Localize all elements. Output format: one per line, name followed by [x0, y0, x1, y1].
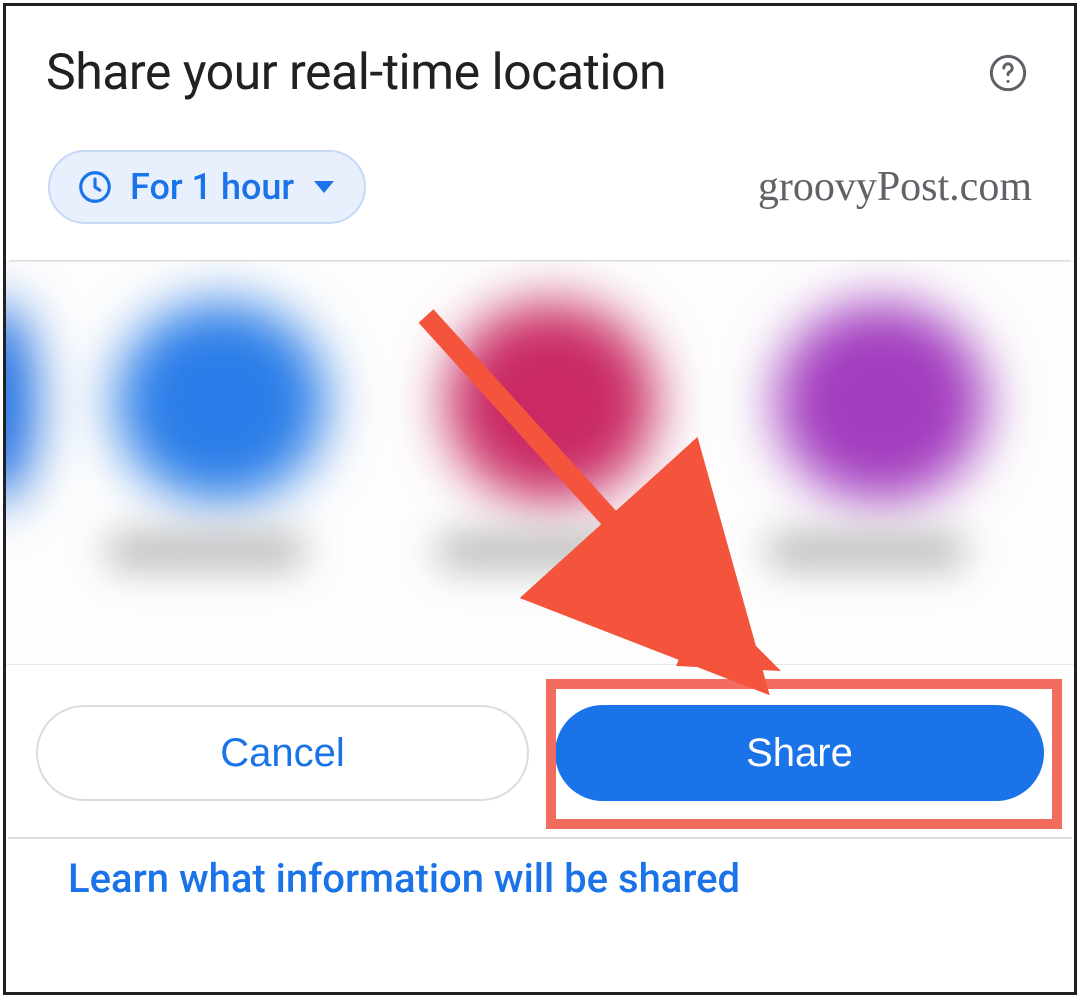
- dialog-container: Share your real-time location For 1 hour…: [3, 3, 1077, 995]
- footer: Learn what information will be shared: [8, 837, 1072, 942]
- duration-label: For 1 hour: [130, 166, 294, 208]
- contacts-carousel[interactable]: [6, 261, 1074, 665]
- contact-avatar: [446, 302, 656, 502]
- contact-name-blur: [106, 532, 306, 570]
- info-link[interactable]: Learn what information will be shared: [68, 855, 740, 902]
- duration-selector[interactable]: For 1 hour: [48, 150, 366, 224]
- share-button[interactable]: Share: [555, 705, 1044, 801]
- contact-avatar: [116, 302, 326, 502]
- contact-avatar: [776, 302, 986, 502]
- button-row: Cancel Share: [6, 665, 1074, 837]
- contact-name-blur: [766, 532, 966, 570]
- contact-name-blur: [436, 532, 636, 570]
- duration-row: For 1 hour groovyPost.com: [6, 130, 1074, 254]
- cancel-button[interactable]: Cancel: [36, 705, 529, 801]
- dialog-title: Share your real-time location: [46, 44, 666, 102]
- chevron-down-icon: [314, 181, 334, 193]
- clock-icon: [76, 168, 114, 206]
- help-icon[interactable]: [986, 51, 1030, 95]
- dialog-header: Share your real-time location: [6, 6, 1074, 130]
- contact-avatar: [6, 302, 36, 502]
- watermark-text: groovyPost.com: [758, 163, 1032, 211]
